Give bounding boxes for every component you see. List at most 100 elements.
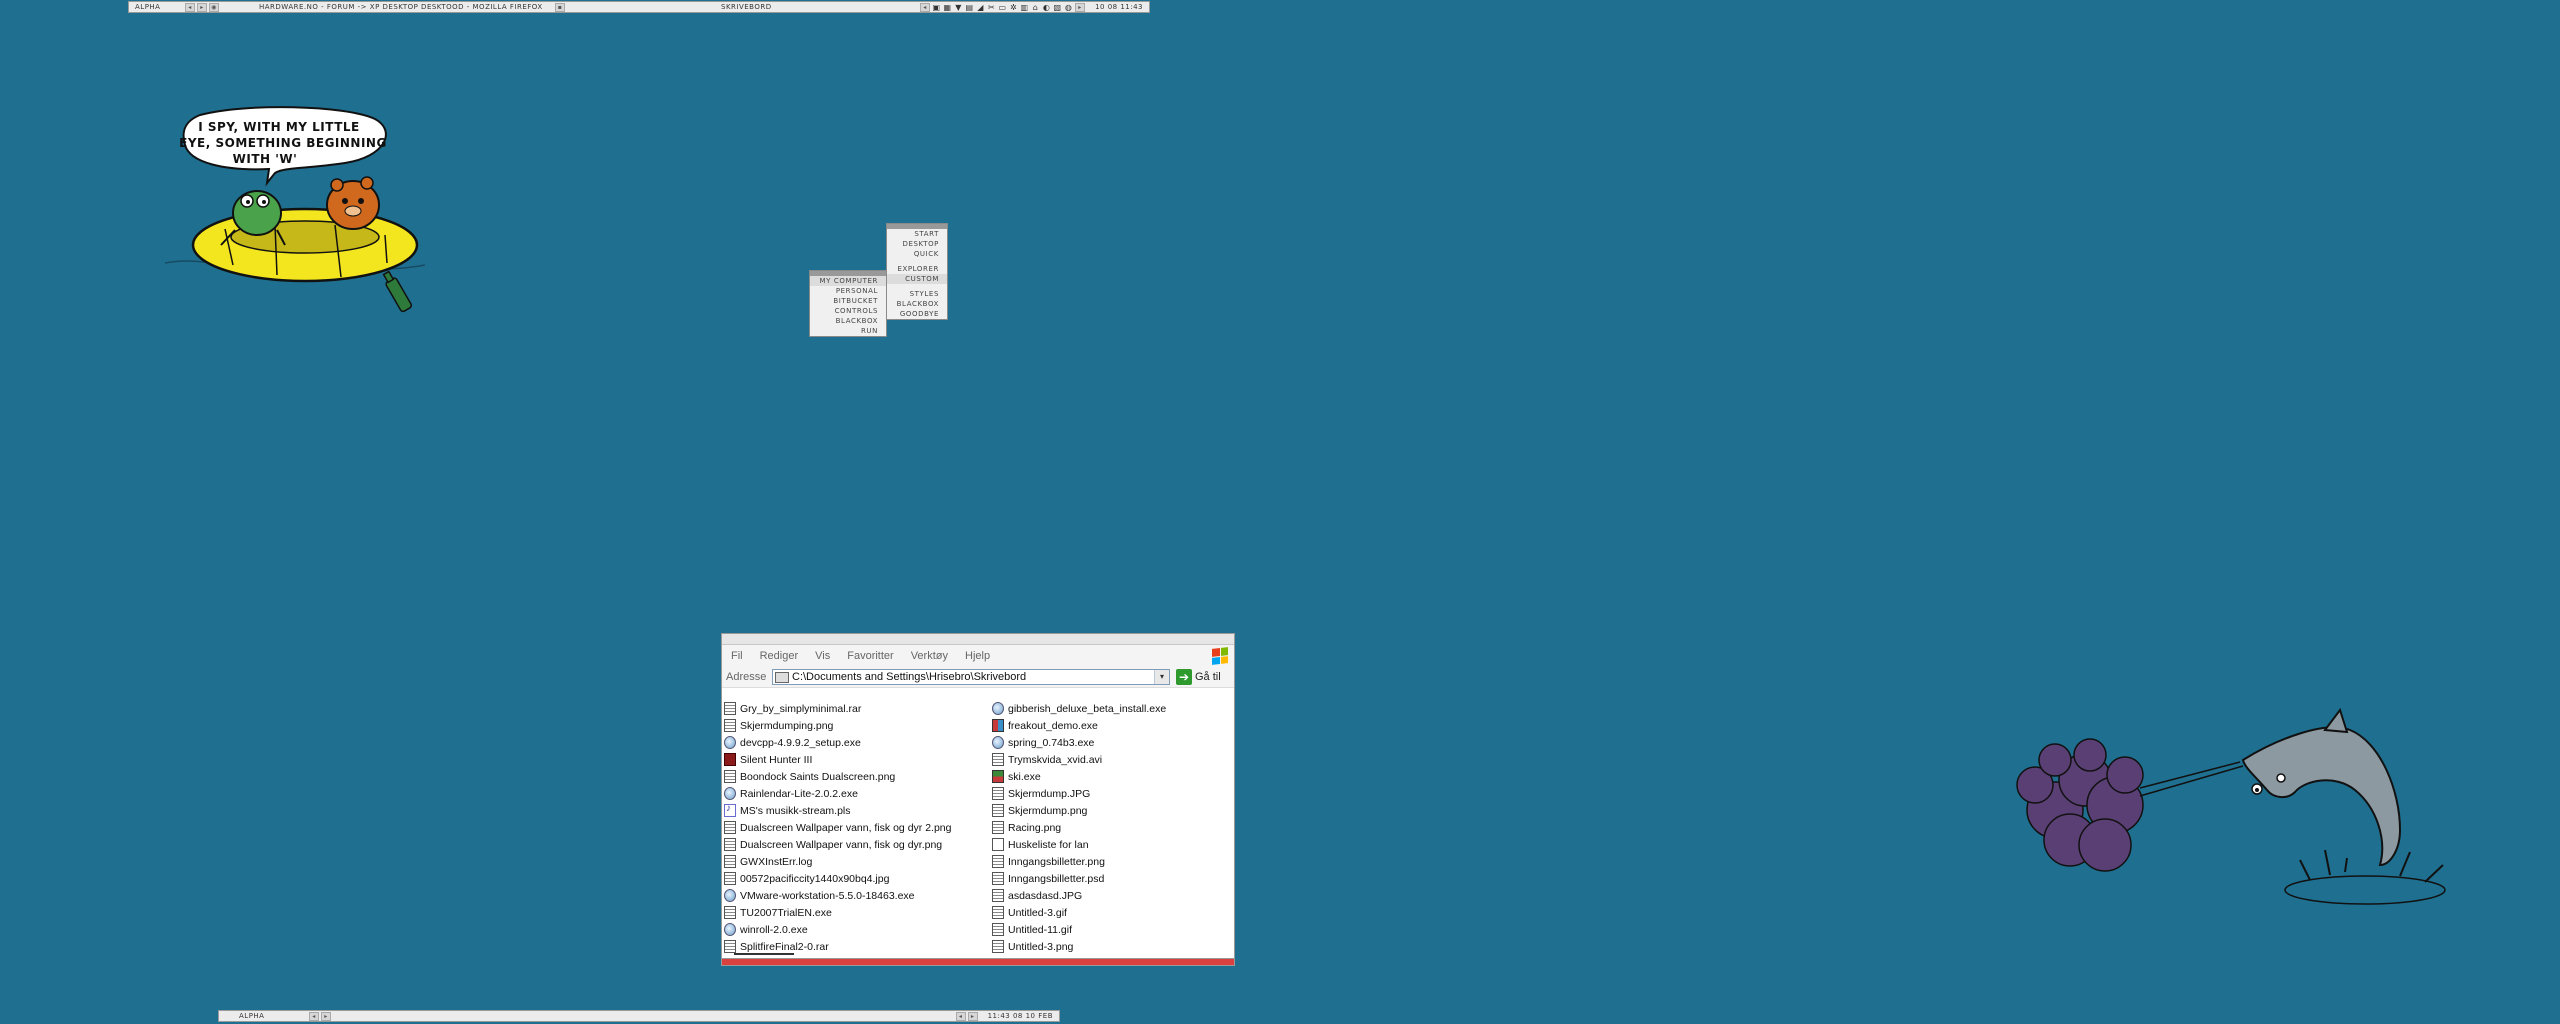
- file-name: Skjermdump.png: [1008, 804, 1088, 817]
- menu-favoritter[interactable]: Favoritter: [838, 650, 901, 662]
- file-item[interactable]: gibberish_deluxe_beta_install.exe: [992, 700, 1232, 717]
- go-arrow-icon: ➔: [1176, 669, 1192, 685]
- explorer-titlebar[interactable]: [722, 634, 1234, 645]
- file-name: Skjermdumping.png: [740, 719, 834, 732]
- file-generic-icon: [992, 940, 1004, 953]
- menu-item-quick[interactable]: QUICK: [887, 249, 947, 259]
- tray-shield-icon[interactable]: ▼: [954, 3, 963, 12]
- menu-item-personal[interactable]: PERSONAL: [810, 286, 886, 296]
- file-item[interactable]: Boondock Saints Dualscreen.png: [724, 768, 989, 785]
- address-dropdown-button[interactable]: ▾: [1154, 670, 1169, 684]
- file-item[interactable]: Skjermdump.png: [992, 802, 1232, 819]
- file-item[interactable]: Untitled-3.gif: [992, 904, 1232, 921]
- tray-folder-icon[interactable]: ▭: [998, 3, 1007, 12]
- menu-item-my-computer[interactable]: MY COMPUTER: [810, 276, 886, 286]
- file-item[interactable]: Silent Hunter III: [724, 751, 989, 768]
- tray-update-icon[interactable]: ◍: [1064, 3, 1073, 12]
- tray-gear-icon[interactable]: ✲: [1009, 3, 1018, 12]
- tray-chat-icon[interactable]: ▧: [1053, 3, 1062, 12]
- window-menu-icon[interactable]: ◉: [209, 2, 219, 12]
- speech-line-2: EYE, SOMETHING BEGINNING: [179, 136, 387, 150]
- file-exe-icon: [992, 702, 1004, 715]
- file-item[interactable]: Rainlendar-Lite-2.0.2.exe: [724, 785, 989, 802]
- file-item[interactable]: TU2007TrialEN.exe: [724, 904, 989, 921]
- file-list-pane[interactable]: Gry_by_simplyminimal.rar Skjermdumping.pn…: [722, 698, 1234, 960]
- menu-rediger[interactable]: Rediger: [751, 650, 807, 662]
- bottom-window-next-button[interactable]: ▸: [967, 1011, 978, 1021]
- window-bottom-border: [722, 958, 1234, 965]
- tray-next-button[interactable]: ▸: [1075, 2, 1086, 12]
- menu-item-run[interactable]: RUN: [810, 326, 886, 336]
- file-name: winroll-2.0.exe: [740, 923, 808, 936]
- file-item[interactable]: spring_0.74b3.exe: [992, 734, 1232, 751]
- menu-item-explorer[interactable]: EXPLORER: [887, 264, 947, 274]
- workspace-prev-button[interactable]: ◂: [185, 2, 195, 12]
- menu-item-blackbox[interactable]: BLACKBOX: [887, 299, 947, 309]
- file-item[interactable]: 00572pacificcity1440x90bq4.jpg: [724, 870, 989, 887]
- menu-item-start[interactable]: START: [887, 229, 947, 239]
- menu-item-goodbye[interactable]: GOODBYE: [887, 309, 947, 319]
- tray-prev-button[interactable]: ◂: [920, 2, 931, 12]
- clock-text: 10 08 11:43: [1095, 3, 1143, 11]
- address-value[interactable]: C:\Documents and Settings\Hrisebro\Skriv…: [792, 671, 1154, 683]
- file-item[interactable]: GWXInstErr.log: [724, 853, 989, 870]
- bottom-workspace-next-button[interactable]: ▸: [321, 1011, 331, 1021]
- tray-net-icon[interactable]: ▦: [943, 3, 952, 12]
- bottom-workspace-prev-button[interactable]: ◂: [309, 1011, 319, 1021]
- tray-device-icon[interactable]: ▥: [1020, 3, 1029, 12]
- file-item[interactable]: Trymskvida_xvid.avi: [992, 751, 1232, 768]
- raft-cartoon-image: I SPY, WITH MY LITTLE EYE, SOMETHING BEG…: [165, 106, 426, 313]
- file-item[interactable]: Huskeliste for lan: [992, 836, 1232, 853]
- file-item[interactable]: Racing.png: [992, 819, 1232, 836]
- menu-item-custom[interactable]: CUSTOM: [887, 274, 947, 284]
- file-item[interactable]: Untitled-3.png: [992, 938, 1232, 955]
- workspace-next-button[interactable]: ▸: [197, 2, 207, 12]
- tray-lan-icon[interactable]: ⌂: [1031, 3, 1040, 12]
- tray-volume-icon[interactable]: ◢: [976, 3, 985, 12]
- file-item[interactable]: Skjermdump.JPG: [992, 785, 1232, 802]
- file-text-icon: [992, 838, 1004, 851]
- menu-verktoy[interactable]: Verktøy: [902, 650, 956, 662]
- horizontal-scrollbar[interactable]: [734, 953, 794, 955]
- active-window-title[interactable]: HARDWARE.NO - FORUM -> XP DESKTOP DESKTO…: [223, 3, 555, 11]
- file-name: Rainlendar-Lite-2.0.2.exe: [740, 787, 858, 800]
- file-item[interactable]: Dualscreen Wallpaper vann, fisk og dyr 2…: [724, 819, 989, 836]
- tray-power-icon[interactable]: ◐: [1042, 3, 1051, 12]
- go-button[interactable]: ➔ Gå til: [1176, 669, 1221, 685]
- file-item[interactable]: Inngangsbilletter.png: [992, 853, 1232, 870]
- menu-hjelp[interactable]: Hjelp: [956, 650, 998, 662]
- menu-item-controls[interactable]: CONTROLS: [810, 306, 886, 316]
- file-item[interactable]: VMware-workstation-5.5.0-18463.exe: [724, 887, 989, 904]
- speech-line-1: I SPY, WITH MY LITTLE: [198, 120, 360, 134]
- tray-app-icon[interactable]: ▣: [932, 3, 941, 12]
- bottom-toolbar: ALPHA ◂ ▸ ◂ ▸ 11:43 08 10 FEB: [218, 1010, 1060, 1022]
- file-item[interactable]: Skjermdumping.png: [724, 717, 989, 734]
- file-item[interactable]: Inngangsbilletter.psd: [992, 870, 1232, 887]
- file-name: Trymskvida_xvid.avi: [1008, 753, 1103, 766]
- menu-item-blackbox-sub[interactable]: BLACKBOX: [810, 316, 886, 326]
- menu-vis[interactable]: Vis: [806, 650, 838, 662]
- file-item[interactable]: Gry_by_simplyminimal.rar: [724, 700, 989, 717]
- tray-tool-icon[interactable]: ✂: [987, 3, 996, 12]
- custom-submenu: MY COMPUTER PERSONAL BITBUCKET CONTROLS …: [809, 270, 887, 337]
- file-item[interactable]: Untitled-11.gif: [992, 921, 1232, 938]
- file-exe-icon: [992, 736, 1004, 749]
- file-generic-icon: [992, 787, 1004, 800]
- menu-item-desktop[interactable]: DESKTOP: [887, 239, 947, 249]
- file-item[interactable]: devcpp-4.9.9.2_setup.exe: [724, 734, 989, 751]
- file-item[interactable]: winroll-2.0.exe: [724, 921, 989, 938]
- file-item[interactable]: MS's musikk-stream.pls: [724, 802, 989, 819]
- window-toggle-icon[interactable]: ▪: [555, 2, 565, 12]
- tray-monitor-icon[interactable]: ▤: [965, 3, 974, 12]
- menu-fil[interactable]: Fil: [722, 650, 751, 662]
- address-input[interactable]: C:\Documents and Settings\Hrisebro\Skriv…: [772, 669, 1170, 685]
- file-item[interactable]: freakout_demo.exe: [992, 717, 1232, 734]
- menu-item-bitbucket[interactable]: BITBUCKET: [810, 296, 886, 306]
- file-item[interactable]: Dualscreen Wallpaper vann, fisk og dyr.p…: [724, 836, 989, 853]
- file-name: devcpp-4.9.9.2_setup.exe: [740, 736, 861, 749]
- menu-item-styles[interactable]: STYLES: [887, 289, 947, 299]
- file-item[interactable]: ski.exe: [992, 768, 1232, 785]
- dolphin-cartoon-image: [2016, 707, 2446, 905]
- bottom-window-prev-button[interactable]: ◂: [955, 1011, 966, 1021]
- file-item[interactable]: asdasdasd.JPG: [992, 887, 1232, 904]
